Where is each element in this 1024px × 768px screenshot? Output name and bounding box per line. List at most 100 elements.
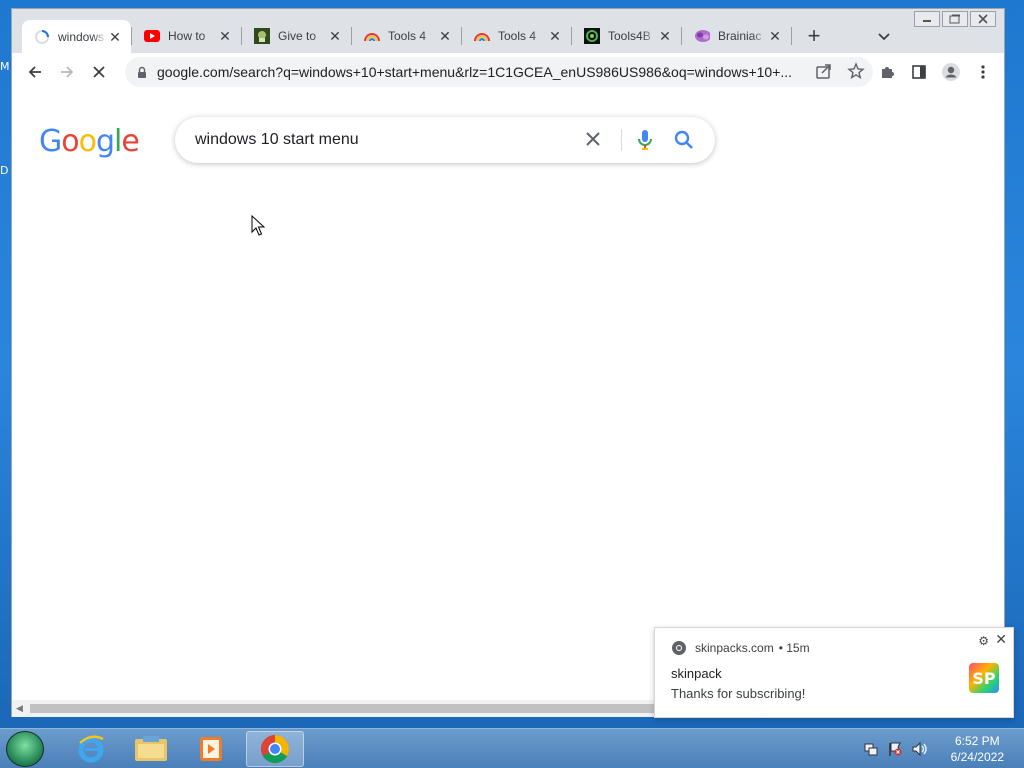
tab-close-icon[interactable]: ✕ [547,28,563,44]
tab-title: Tools 4 [388,29,427,43]
taskbar-internet-explorer[interactable] [62,731,120,767]
share-icon[interactable] [815,62,833,85]
tab-title: How to [168,29,206,43]
clock-date: 6/24/2022 [950,750,1004,764]
google-logo[interactable]: Google [39,124,140,159]
extensions-button[interactable] [872,57,902,87]
clock-time: 6:52 PM [954,734,1000,748]
puzzle-icon [882,67,894,78]
give-favicon-icon [254,28,270,44]
tab-brainiac[interactable]: Brainiac ✕ [682,20,791,52]
notification-source: skinpacks.com • 15m [671,640,810,656]
tab-title: Tools 4 [498,29,537,43]
internet-explorer-icon [78,735,104,763]
taskbar-media-player[interactable] [182,731,240,767]
tab-windows[interactable]: windows ✕ [22,20,131,54]
tab-tools-4-first[interactable]: Tools 4 ✕ [352,20,461,52]
tab-give-to[interactable]: Give to ✕ [242,20,351,52]
mouse-cursor-icon [251,215,265,236]
tab-title: windows [58,30,105,44]
search-input[interactable] [195,131,575,149]
notification-title: skinpack [671,666,722,681]
rainbow-favicon-icon [364,28,380,44]
chrome-icon [261,735,289,763]
action-center-flag-icon[interactable] [887,741,903,757]
address-bar[interactable]: google.com/search?q=windows+10+start+men… [125,57,873,87]
search-box[interactable] [175,117,715,163]
tab-close-icon[interactable]: ✕ [217,28,233,44]
search-icon[interactable] [673,129,695,156]
notification-domain: skinpacks.com [695,641,774,655]
youtube-icon [144,28,160,44]
notification-age: • 15m [778,641,810,655]
toolbar-actions [872,57,998,87]
desktop-icon-label[interactable]: D [0,164,8,177]
minimize-button[interactable] [914,11,940,27]
page-content: Google ◀ [12,91,1004,717]
chevron-down-icon [878,33,890,41]
notification-close-icon[interactable]: ✕ [995,631,1007,648]
avatar-icon [942,63,960,81]
tab-close-icon[interactable]: ✕ [107,29,123,45]
minimize-icon [923,20,931,22]
tab-strip: windows ✕ How to ✕ Give to ✕ Tools 4 ✕ T… [22,19,828,54]
menu-button[interactable] [968,57,998,87]
tab-tools4b[interactable]: Tools4B ✕ [572,20,681,52]
brainiac-favicon-icon [694,28,710,44]
clock[interactable]: 6:52 PM 6/24/2022 [951,733,1004,765]
logo-letter: G [39,124,62,159]
chrome-small-icon [672,641,686,655]
logo-letter: g [95,124,115,159]
network-icon[interactable] [863,741,879,757]
search-box-divider [621,129,622,151]
side-panel-button[interactable] [904,57,934,87]
scroll-left-icon[interactable]: ◀ [16,703,23,714]
back-button[interactable] [20,57,50,87]
window-controls [914,11,996,27]
restore-icon [949,14,960,24]
tab-search-button[interactable] [874,27,894,47]
close-window-button[interactable] [970,11,996,27]
back-arrow-icon [28,66,41,78]
url-text[interactable]: google.com/search?q=windows+10+start+men… [157,64,797,80]
microphone-icon[interactable] [635,128,655,157]
taskbar-file-explorer[interactable] [122,731,180,767]
kebab-menu-icon [981,65,985,79]
forward-button[interactable] [52,57,82,87]
tab-title: Give to [278,29,317,43]
stop-icon [93,66,105,78]
logo-text: Google [39,124,140,159]
tools4b-favicon-icon [584,28,600,44]
skinpack-logo-icon: SP [969,663,999,693]
media-player-icon [200,737,222,761]
clear-search-icon[interactable] [583,129,603,154]
maximize-button[interactable] [942,11,968,27]
close-icon [978,14,988,24]
new-tab-button[interactable]: + [800,22,828,50]
tab-close-icon[interactable]: ✕ [437,28,453,44]
system-tray: 6:52 PM 6/24/2022 [863,733,1004,765]
desktop-icon-label[interactable]: M [0,60,10,73]
volume-icon[interactable] [911,741,929,757]
scrollbar-thumb[interactable] [30,704,670,713]
profile-button[interactable] [936,57,966,87]
bookmark-star-icon[interactable] [847,62,865,85]
tab-close-icon[interactable]: ✕ [767,28,783,44]
tab-how-to[interactable]: How to ✕ [132,20,241,52]
notification-settings-icon[interactable]: ⚙ [978,634,989,648]
tab-title: Brainiac [718,29,762,43]
logo-letter: e [121,124,139,159]
forward-arrow-icon [61,66,74,78]
folder-icon [135,736,167,761]
loading-spinner-icon [34,29,50,45]
taskbar-chrome[interactable] [246,731,304,767]
tab-close-icon[interactable]: ✕ [327,28,343,44]
tab-tools-4-second[interactable]: Tools 4 ✕ [462,20,571,52]
browser-toolbar: google.com/search?q=windows+10+start+men… [12,53,1004,91]
lock-icon [138,66,146,78]
notification-body: Thanks for subscribing! [671,686,806,701]
tab-close-icon[interactable]: ✕ [657,28,673,44]
stop-loading-button[interactable] [84,57,114,87]
start-button[interactable] [6,731,44,767]
notification-popup[interactable]: skinpacks.com • 15m ⚙ ✕ skinpack Thanks … [654,627,1014,718]
